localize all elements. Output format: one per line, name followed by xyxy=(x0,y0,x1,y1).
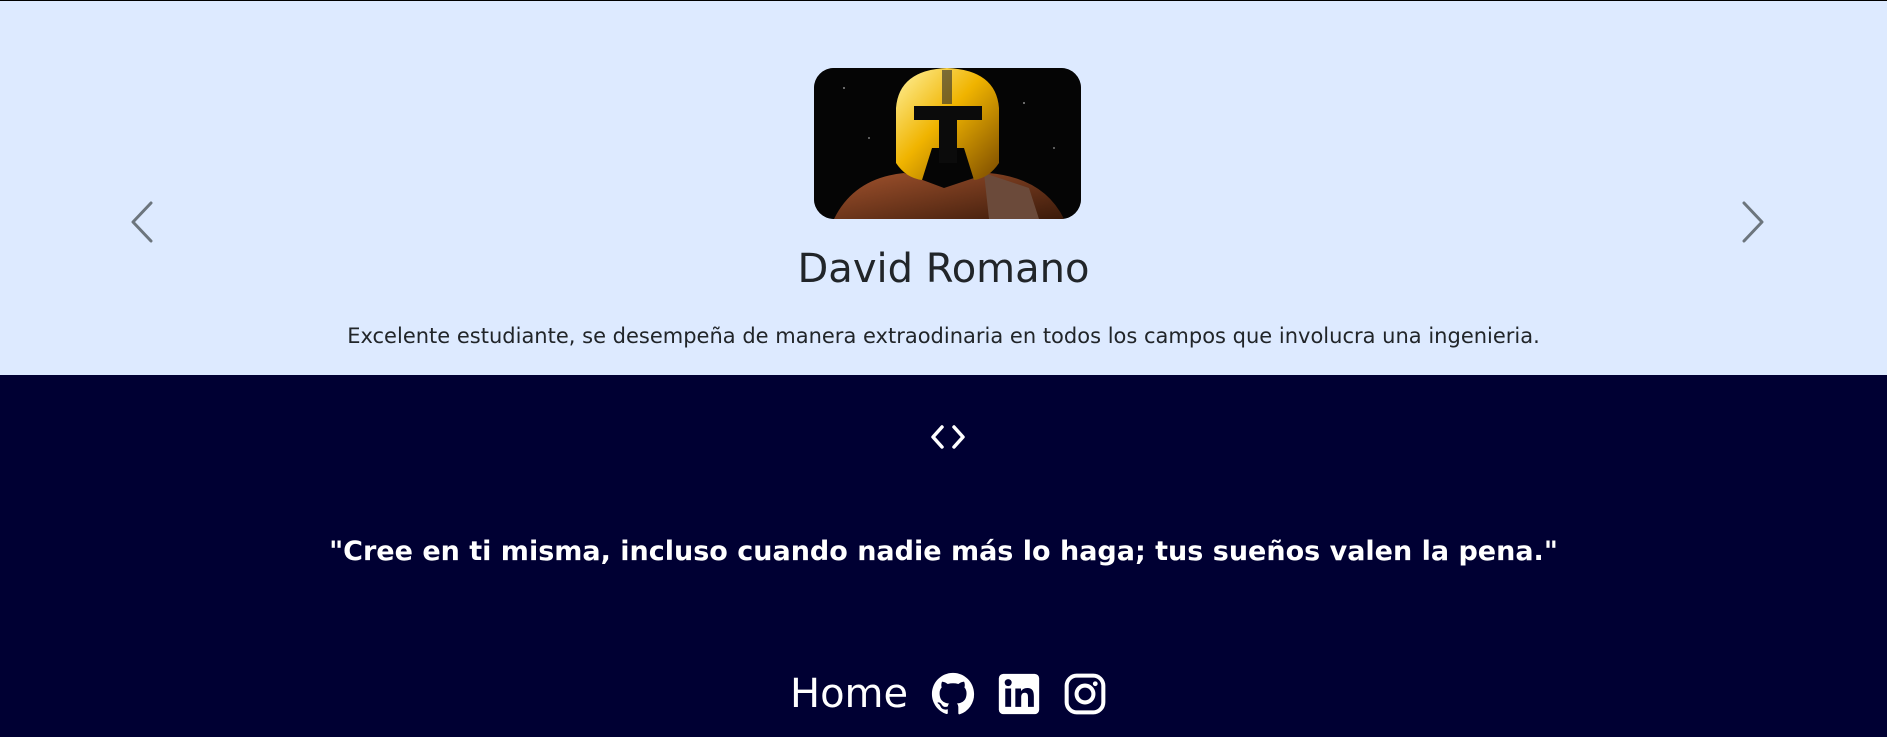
footer-nav: Home xyxy=(790,664,1128,724)
carousel-next-button[interactable] xyxy=(1723,192,1783,252)
linkedin-icon xyxy=(998,673,1040,715)
footer: "Cree en ti misma, incluso cuando nadie … xyxy=(0,375,1887,737)
chevron-left-icon xyxy=(131,201,153,243)
home-link[interactable]: Home xyxy=(790,669,908,719)
instagram-icon xyxy=(1064,673,1106,715)
person-description: Excelente estudiante, se desempeña de ma… xyxy=(347,324,1540,348)
chevron-right-icon xyxy=(1742,201,1764,243)
github-link[interactable] xyxy=(930,671,976,717)
github-icon xyxy=(932,672,975,715)
footer-quote: "Cree en ti misma, incluso cuando nadie … xyxy=(329,536,1558,567)
avatar xyxy=(814,68,1081,219)
code-icon xyxy=(931,425,965,449)
instagram-link[interactable] xyxy=(1062,671,1108,717)
person-name: David Romano xyxy=(797,246,1090,292)
testimonial-carousel: David Romano Excelente estudiante, se de… xyxy=(0,1,1887,375)
linkedin-link[interactable] xyxy=(996,671,1042,717)
